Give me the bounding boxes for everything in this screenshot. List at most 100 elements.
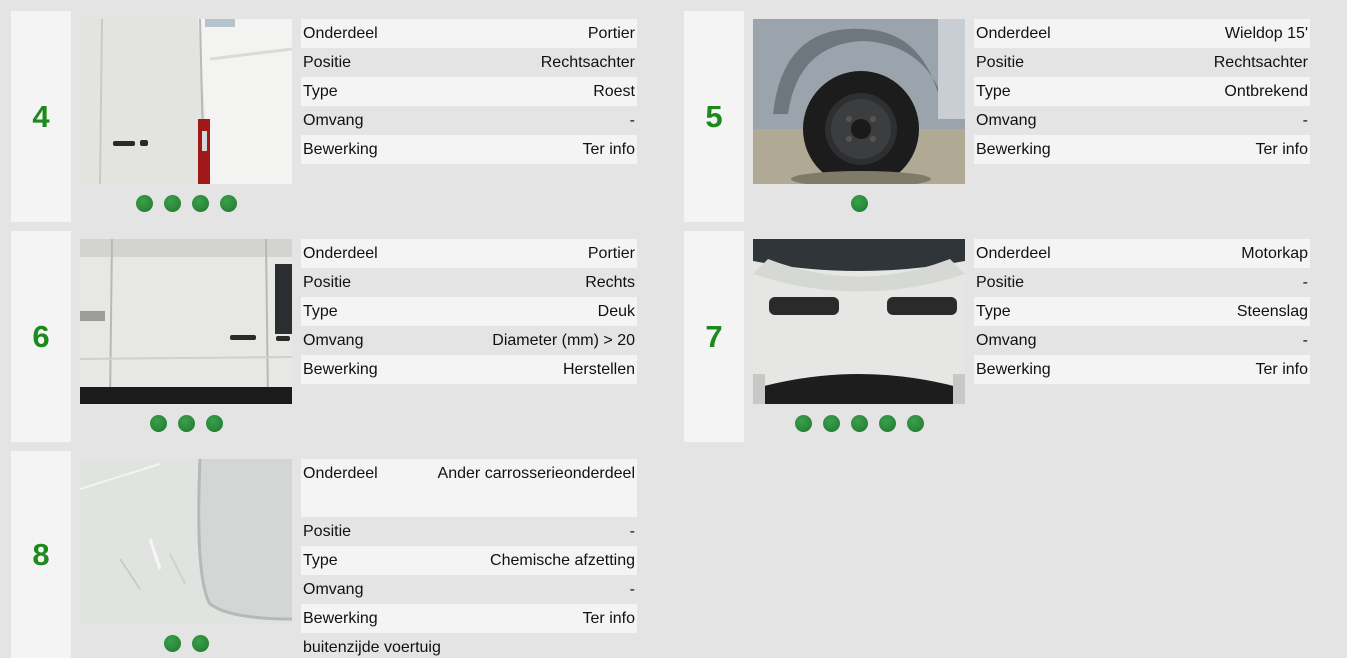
photo-column xyxy=(71,11,301,222)
damage-details: Onderdeel Portier Positie Rechts Type Deuk … xyxy=(301,231,637,442)
detail-row-onderdeel: Onderdeel Portier xyxy=(301,239,637,268)
detail-row-onderdeel: Onderdeel Portier xyxy=(301,19,637,48)
detail-label: Omvang xyxy=(303,581,364,598)
detail-label: Bewerking xyxy=(303,610,378,627)
detail-row-bewerking: Bewerking Ter info xyxy=(301,135,637,164)
detail-row-positie: Positie - xyxy=(974,268,1310,297)
detail-row-omvang: Omvang - xyxy=(301,575,637,604)
detail-value: Diameter (mm) > 20 xyxy=(492,332,635,349)
damage-photo[interactable] xyxy=(80,459,292,624)
detail-row-omvang: Omvang Diameter (mm) > 20 xyxy=(301,326,637,355)
photo-pager xyxy=(135,195,237,212)
damage-photo[interactable] xyxy=(80,239,292,404)
detail-label: Type xyxy=(303,83,338,100)
detail-label: Type xyxy=(976,83,1011,100)
detail-value: - xyxy=(1302,112,1308,129)
photo-pager xyxy=(850,195,868,212)
detail-value: - xyxy=(1302,332,1308,349)
detail-value: Herstellen xyxy=(562,361,635,378)
detail-label: Onderdeel xyxy=(976,25,1051,42)
damage-number: 7 xyxy=(705,318,723,354)
damage-photo-image xyxy=(80,19,292,184)
damage-number-cell: 8 xyxy=(11,451,71,658)
detail-label: Positie xyxy=(303,523,352,540)
detail-row-onderdeel: Onderdeel Motorkap xyxy=(974,239,1310,268)
detail-value: Ter info xyxy=(1255,361,1308,378)
detail-row-type: Type Roest xyxy=(301,77,637,106)
detail-label: Type xyxy=(303,303,338,320)
photo-dot[interactable] xyxy=(878,415,896,432)
detail-value: - xyxy=(629,581,635,598)
photo-dot[interactable] xyxy=(850,195,868,212)
detail-row-positie: Positie Rechts xyxy=(301,268,637,297)
detail-value: Chemische afzetting xyxy=(490,552,635,569)
photo-dot[interactable] xyxy=(135,195,153,212)
damage-details: Onderdeel Portier Positie Rechtsachter Typ… xyxy=(301,11,637,222)
photo-dot[interactable] xyxy=(149,415,167,432)
damage-photo-image xyxy=(753,19,965,184)
detail-value: Wieldop 15' xyxy=(1224,25,1308,42)
detail-label: Omvang xyxy=(976,332,1037,349)
detail-label: Bewerking xyxy=(976,141,1051,158)
detail-value: Steenslag xyxy=(1236,303,1308,320)
detail-row-omvang: Omvang - xyxy=(301,106,637,135)
photo-dot[interactable] xyxy=(822,415,840,432)
photo-dot[interactable] xyxy=(191,635,209,652)
photo-dot[interactable] xyxy=(191,195,209,212)
damage-photo-image xyxy=(80,239,292,404)
detail-value: Deuk xyxy=(597,303,635,320)
detail-label: Onderdeel xyxy=(303,245,378,262)
detail-row-bewerking: Bewerking Herstellen xyxy=(301,355,637,384)
detail-label: Positie xyxy=(303,54,352,71)
detail-row-positie: Positie Rechtsachter xyxy=(301,48,637,77)
damage-photo[interactable] xyxy=(753,239,965,404)
detail-label: Omvang xyxy=(303,332,364,349)
detail-label: Onderdeel xyxy=(303,25,378,42)
detail-value: Portier xyxy=(587,25,635,42)
detail-row-onderdeel: Onderdeel Ander carrosserieonderdeel xyxy=(301,459,637,517)
damage-number: 5 xyxy=(705,98,723,134)
photo-dot[interactable] xyxy=(163,195,181,212)
damage-number-cell: 7 xyxy=(684,231,744,442)
detail-label: Onderdeel xyxy=(976,245,1051,262)
damage-number-cell: 5 xyxy=(684,11,744,222)
damage-photo[interactable] xyxy=(80,19,292,184)
photo-column xyxy=(744,11,974,222)
photo-pager xyxy=(149,415,223,432)
photo-dot[interactable] xyxy=(850,415,868,432)
damage-details: Onderdeel Wieldop 15' Positie Rechtsachter… xyxy=(974,11,1310,222)
detail-value: - xyxy=(629,112,635,129)
detail-value: Ander carrosserieonderdeel xyxy=(437,465,635,482)
detail-value: Portier xyxy=(587,245,635,262)
detail-value: Ter info xyxy=(582,141,635,158)
detail-value: - xyxy=(1302,274,1308,291)
damage-note: buitenzijde voertuig xyxy=(303,639,441,656)
photo-dot[interactable] xyxy=(163,635,181,652)
detail-value: Motorkap xyxy=(1241,245,1308,262)
detail-label: Positie xyxy=(976,54,1025,71)
detail-row-type: Type Chemische afzetting xyxy=(301,546,637,575)
photo-dot[interactable] xyxy=(219,195,237,212)
detail-row-type: Type Steenslag xyxy=(974,297,1310,326)
photo-dot[interactable] xyxy=(794,415,812,432)
damage-card-8: 8 Onderdeel Ander carrosserieonderdeel Po… xyxy=(11,451,637,658)
detail-value: Ter info xyxy=(582,610,635,627)
damage-number: 8 xyxy=(32,536,50,572)
photo-pager xyxy=(794,415,924,432)
damage-number: 4 xyxy=(32,98,50,134)
detail-row-type: Type Ontbrekend xyxy=(974,77,1310,106)
damage-photo[interactable] xyxy=(753,19,965,184)
detail-row-positie: Positie - xyxy=(301,517,637,546)
photo-dot[interactable] xyxy=(906,415,924,432)
photo-column xyxy=(71,231,301,442)
photo-dot[interactable] xyxy=(205,415,223,432)
detail-value: Rechts xyxy=(585,274,635,291)
detail-row-bewerking: Bewerking Ter info xyxy=(974,355,1310,384)
detail-label: Type xyxy=(303,552,338,569)
photo-dot[interactable] xyxy=(177,415,195,432)
detail-label: Omvang xyxy=(976,112,1037,129)
detail-label: Positie xyxy=(976,274,1025,291)
detail-label: Onderdeel xyxy=(303,465,378,482)
detail-row-bewerking: Bewerking Ter info xyxy=(974,135,1310,164)
photo-column xyxy=(744,231,974,442)
